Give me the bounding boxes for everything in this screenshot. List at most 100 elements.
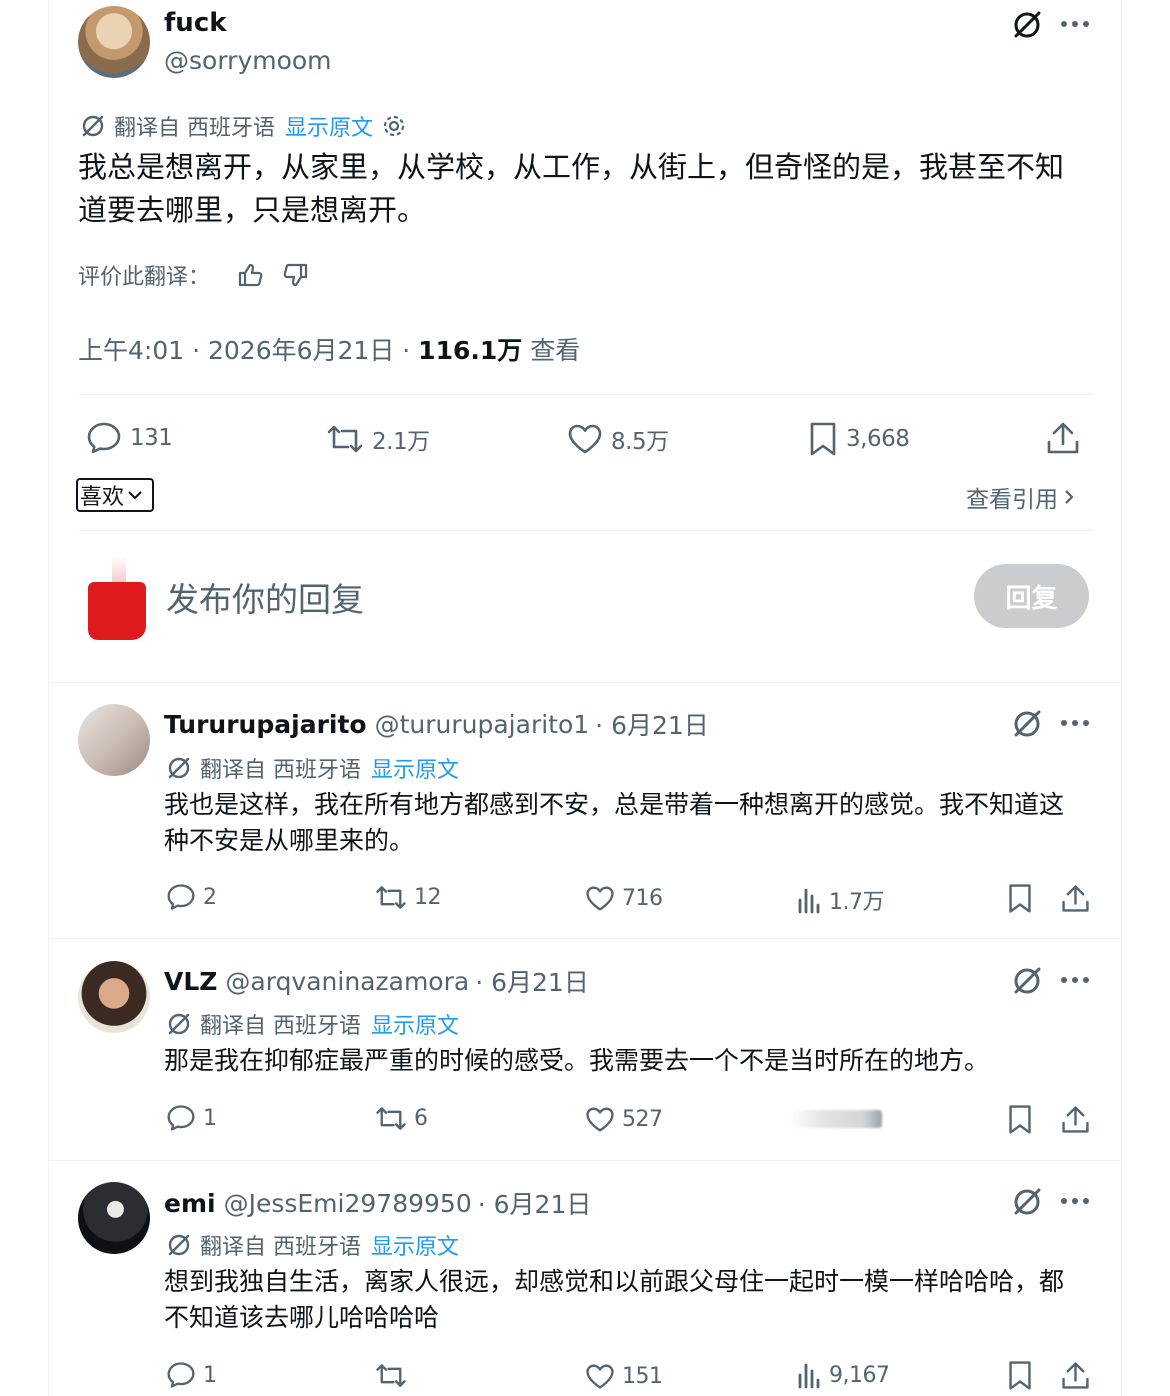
more-icon[interactable] bbox=[1060, 1191, 1090, 1211]
translation-bar: 翻译自 西班牙语 显示原文 bbox=[166, 752, 459, 784]
reply-date[interactable]: · 6月21日 bbox=[478, 1185, 592, 1221]
more-icon[interactable] bbox=[1060, 970, 1090, 990]
like-action[interactable]: 527 bbox=[585, 1106, 663, 1133]
reply-icon bbox=[166, 883, 196, 911]
display-name[interactable]: fuck bbox=[164, 8, 227, 38]
retweet-count: 12 bbox=[414, 885, 442, 910]
handle[interactable]: @tururupajarito1 bbox=[375, 710, 590, 739]
divider bbox=[48, 938, 1122, 939]
like-icon bbox=[585, 1363, 615, 1390]
thumbs-down-icon[interactable] bbox=[282, 261, 310, 289]
share-icon[interactable] bbox=[1046, 420, 1080, 456]
share-icon[interactable] bbox=[1061, 1360, 1090, 1391]
like-action[interactable]: 8.5万 bbox=[567, 422, 669, 456]
like-count: 151 bbox=[622, 1364, 663, 1389]
reply-action[interactable]: 1 bbox=[166, 1104, 217, 1132]
reply-count: 2 bbox=[203, 884, 217, 910]
reply-action[interactable]: 131 bbox=[86, 421, 173, 455]
tweet-text: 我总是想离开，从家里，从学校，从工作，从街上，但奇怪的是，我甚至不知道要去哪里，… bbox=[78, 150, 1065, 227]
view-count: 116.1万 bbox=[418, 336, 523, 365]
translation-bar: 翻译自 西班牙语 显示原文 bbox=[166, 1229, 459, 1261]
bookmark-icon[interactable] bbox=[1007, 1360, 1033, 1391]
show-original-link[interactable]: 显示原文 bbox=[371, 1008, 459, 1040]
show-original-link[interactable]: 显示原文 bbox=[371, 1229, 459, 1261]
view-quotes-link[interactable]: 查看引用 bbox=[966, 480, 1076, 514]
reply-icon bbox=[166, 1104, 196, 1132]
reply-input[interactable]: 发布你的回复 bbox=[166, 573, 364, 621]
translate-icon bbox=[166, 1011, 192, 1037]
reply-text: 我也是这样，我在所有地方都感到不安，总是带着一种想离开的感觉。我不知道这种不安是… bbox=[164, 790, 1065, 855]
translated-from-label: 翻译自 西班牙语 bbox=[114, 116, 275, 141]
divider bbox=[48, 1160, 1122, 1161]
chevron-right-icon bbox=[1062, 486, 1076, 508]
timestamp[interactable]: 上午4:01 · 2026年6月21日 · bbox=[78, 331, 418, 367]
retweet-action[interactable]: 6 bbox=[375, 1105, 428, 1132]
like-count: 716 bbox=[622, 886, 663, 911]
divider bbox=[78, 530, 1093, 531]
show-original-link[interactable]: 显示原文 bbox=[285, 110, 373, 142]
handle[interactable]: @sorrymoom bbox=[164, 46, 332, 75]
show-original-link[interactable]: 显示原文 bbox=[371, 752, 459, 784]
view-count: 1.7万 bbox=[829, 890, 885, 915]
share-icon[interactable] bbox=[1061, 883, 1090, 914]
reply-action[interactable]: 2 bbox=[166, 883, 217, 911]
sort-selector[interactable]: 喜欢 bbox=[76, 478, 154, 512]
rate-translation: 评价此翻译： bbox=[78, 259, 310, 291]
retweet-icon bbox=[326, 423, 364, 455]
grok-icon[interactable] bbox=[1010, 964, 1044, 998]
reply-action[interactable]: 1 bbox=[166, 1361, 217, 1389]
reply-header: VLZ @arqvaninazamora · 6月21日 bbox=[164, 963, 589, 999]
bookmark-icon[interactable] bbox=[1007, 883, 1033, 914]
settings-icon[interactable] bbox=[381, 113, 407, 139]
share-icon[interactable] bbox=[1061, 1104, 1090, 1135]
translated-from-label: 翻译自 西班牙语 bbox=[200, 1235, 361, 1260]
reply-header: Tururupajarito @tururupajarito1 · 6月21日 bbox=[164, 706, 709, 742]
translated-from-label: 翻译自 西班牙语 bbox=[200, 1014, 361, 1039]
more-icon[interactable] bbox=[1060, 713, 1090, 733]
composer-avatar[interactable] bbox=[88, 556, 148, 640]
avatar[interactable] bbox=[78, 704, 150, 776]
avatar[interactable] bbox=[78, 6, 150, 78]
like-count: 527 bbox=[622, 1107, 663, 1132]
bookmark-icon[interactable] bbox=[1007, 1104, 1033, 1135]
grok-icon[interactable] bbox=[1010, 707, 1044, 741]
like-icon bbox=[585, 1106, 615, 1133]
like-action[interactable]: 716 bbox=[585, 885, 663, 912]
reply-text: 想到我独自生活，离家人很远，却感觉和以前跟父母住一起时一模一样哈哈哈，都不知道该… bbox=[164, 1267, 1065, 1332]
avatar[interactable] bbox=[78, 961, 150, 1033]
chevron-down-icon bbox=[126, 488, 144, 502]
thumbs-up-icon[interactable] bbox=[236, 261, 264, 289]
reply-count: 131 bbox=[130, 425, 173, 451]
reply-date[interactable]: · 6月21日 bbox=[595, 706, 709, 742]
views-action[interactable]: 9,167 bbox=[796, 1361, 890, 1389]
handle[interactable]: @arqvaninazamora bbox=[225, 967, 469, 996]
reply-icon bbox=[86, 421, 122, 455]
like-action[interactable]: 151 bbox=[585, 1363, 663, 1390]
retweet-action[interactable]: 12 bbox=[375, 884, 442, 911]
translate-icon bbox=[80, 113, 106, 139]
retweet-icon bbox=[375, 1105, 407, 1132]
reply-text: 那是我在抑郁症最严重的时候的感受。我需要去一个不是当时所在的地方。 bbox=[164, 1046, 990, 1075]
reply-date[interactable]: · 6月21日 bbox=[475, 963, 589, 999]
divider bbox=[48, 682, 1122, 683]
views-action[interactable]: 1.7万 bbox=[796, 884, 885, 916]
display-name[interactable]: Tururupajarito bbox=[164, 710, 367, 739]
retweet-action[interactable] bbox=[375, 1362, 414, 1389]
translation-bar: 翻译自 西班牙语 显示原文 bbox=[80, 110, 407, 142]
like-count: 8.5万 bbox=[611, 429, 669, 455]
handle[interactable]: @JessEmi29789950 bbox=[224, 1189, 472, 1218]
view-label: 查看 bbox=[522, 336, 581, 365]
avatar[interactable] bbox=[78, 1182, 150, 1254]
retweet-action[interactable]: 2.1万 bbox=[326, 422, 430, 456]
translation-bar: 翻译自 西班牙语 显示原文 bbox=[166, 1008, 459, 1040]
display-name[interactable]: emi bbox=[164, 1189, 216, 1218]
retweet-icon bbox=[375, 884, 407, 911]
like-icon bbox=[567, 423, 603, 455]
views-redacted bbox=[790, 1110, 882, 1128]
more-icon[interactable] bbox=[1060, 14, 1090, 34]
bookmark-action[interactable]: 3,668 bbox=[808, 421, 910, 457]
grok-icon[interactable] bbox=[1010, 8, 1044, 42]
grok-icon[interactable] bbox=[1010, 1185, 1044, 1219]
reply-button[interactable]: 回复 bbox=[974, 564, 1089, 628]
display-name[interactable]: VLZ bbox=[164, 967, 217, 996]
